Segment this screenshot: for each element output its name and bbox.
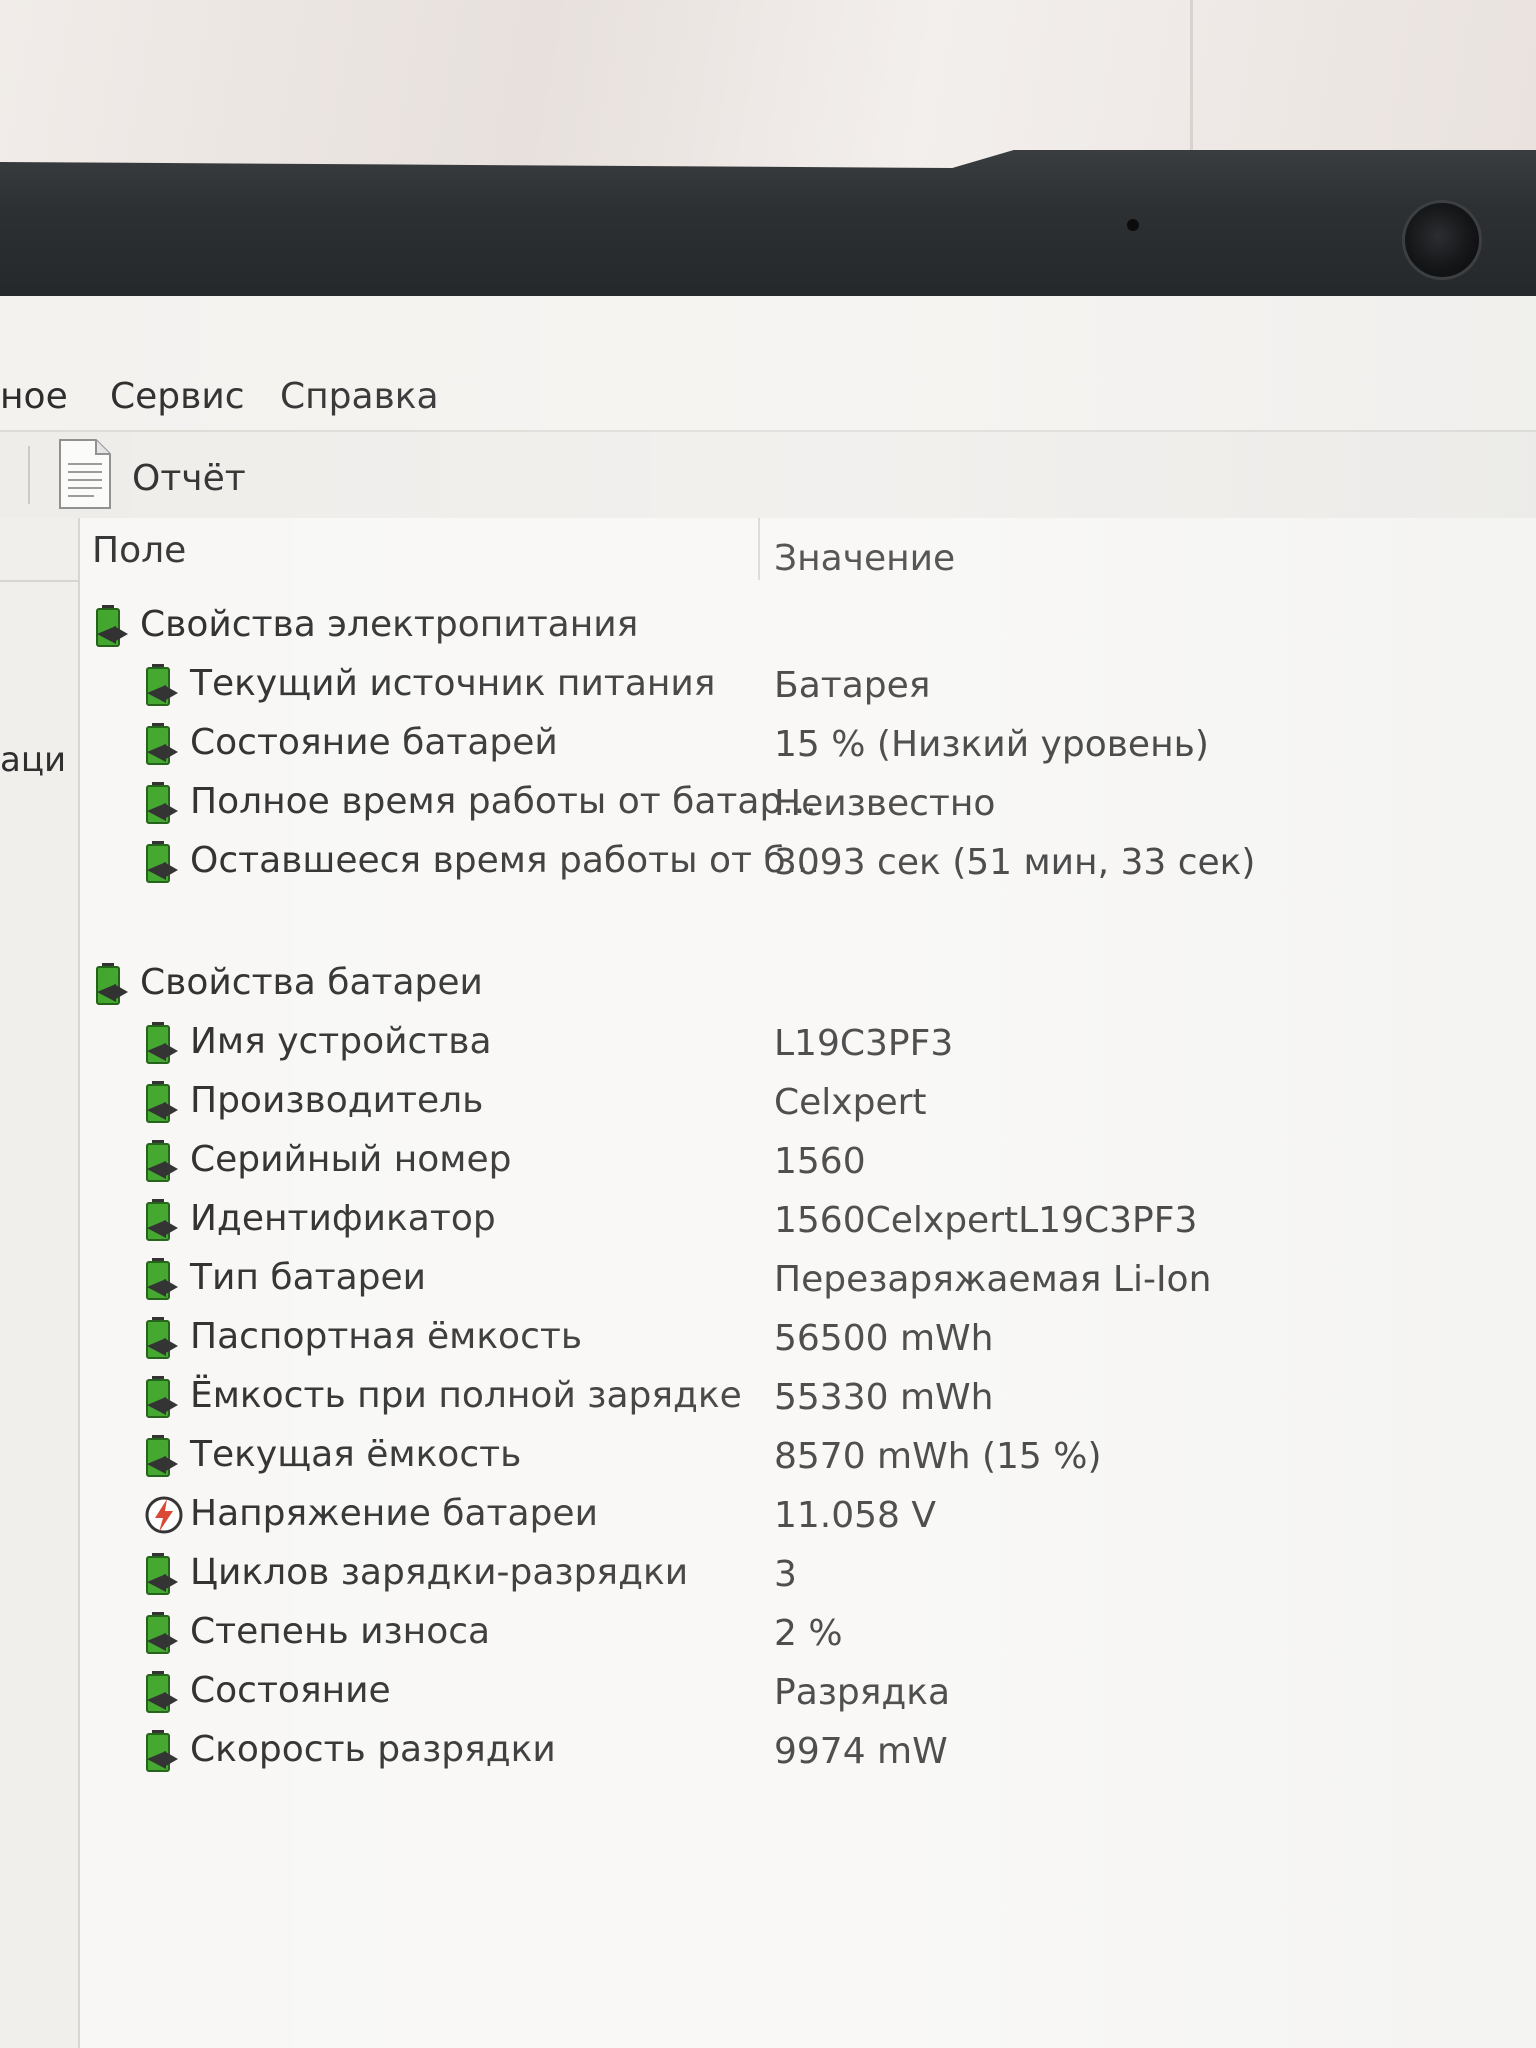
report-icon bbox=[59, 439, 111, 509]
table-row[interactable]: Полное время работы от батар... Неизвестн… bbox=[80, 775, 1480, 831]
app-window: ное Сервис Справка Отчёт аци Поле Значен bbox=[0, 296, 1536, 2048]
field-label: Ёмкость при полной зарядке bbox=[190, 1375, 742, 1416]
table-row[interactable]: Текущая ёмкость 8570 mWh (15 %) bbox=[80, 1428, 1480, 1484]
field-label: Состояние батарей bbox=[190, 722, 558, 763]
battery-icon bbox=[144, 1021, 180, 1065]
column-header-field[interactable]: Поле bbox=[92, 530, 186, 571]
field-label: Имя устройства bbox=[190, 1021, 492, 1062]
field-value: Перезаряжаемая Li-Ion bbox=[774, 1259, 1212, 1300]
field-label: Полное время работы от батар... bbox=[190, 781, 817, 822]
table-row[interactable]: Ёмкость при полной зарядке 55330 mWh bbox=[80, 1369, 1480, 1425]
field-label: Тип батареи bbox=[190, 1257, 427, 1298]
column-divider[interactable] bbox=[758, 518, 760, 580]
field-value: 3 bbox=[774, 1554, 797, 1595]
properties-list: Поле Значение Свойства электропитания Тек… bbox=[80, 518, 1536, 2048]
battery-icon bbox=[144, 1080, 180, 1124]
table-row[interactable]: Серийный номер 1560 bbox=[80, 1133, 1480, 1189]
table-row[interactable]: Идентификатор 1560CelxpertL19C3PF3 bbox=[80, 1192, 1480, 1248]
field-value: 8570 mWh (15 %) bbox=[774, 1436, 1102, 1477]
toolbar-separator bbox=[28, 446, 30, 504]
navigation-pane[interactable]: аци bbox=[0, 518, 80, 2048]
field-label: Серийный номер bbox=[190, 1139, 512, 1180]
field-value: 2 % bbox=[774, 1613, 843, 1654]
battery-icon bbox=[94, 604, 130, 648]
table-row[interactable]: Оставшееся время работы от б... 3093 сек … bbox=[80, 834, 1480, 890]
battery-icon bbox=[144, 1198, 180, 1242]
battery-icon bbox=[144, 1375, 180, 1419]
field-value: 56500 mWh bbox=[774, 1318, 994, 1359]
table-row[interactable]: Имя устройства L19C3PF3 bbox=[80, 1015, 1480, 1071]
table-row[interactable]: Тип батареи Перезаряжаемая Li-Ion bbox=[80, 1251, 1480, 1307]
battery-icon bbox=[144, 1316, 180, 1360]
battery-icon bbox=[144, 1611, 180, 1655]
menu-item-help[interactable]: Справка bbox=[280, 376, 439, 417]
battery-icon bbox=[144, 840, 180, 884]
group-title: Свойства батареи bbox=[140, 962, 483, 1003]
group-row[interactable]: Свойства электропитания bbox=[80, 598, 1480, 654]
group-row[interactable]: Свойства батареи bbox=[80, 956, 1480, 1012]
field-label: Степень износа bbox=[190, 1611, 491, 1652]
column-header-value[interactable]: Значение bbox=[774, 538, 955, 579]
field-value: 15 % (Низкий уровень) bbox=[774, 724, 1209, 765]
field-value: 11.058 V bbox=[774, 1495, 937, 1536]
navigation-pane-header bbox=[0, 518, 78, 582]
laptop-bezel bbox=[0, 150, 1536, 300]
navigation-item-partial[interactable]: аци bbox=[0, 740, 66, 780]
camera-indicator bbox=[1127, 219, 1139, 231]
table-row[interactable]: Состояние Разрядка bbox=[80, 1664, 1480, 1720]
menu-item-service[interactable]: Сервис bbox=[110, 376, 245, 417]
table-row[interactable]: Скорость разрядки 9974 mW bbox=[80, 1723, 1480, 1779]
field-value: L19C3PF3 bbox=[774, 1023, 954, 1064]
menu-item-partial[interactable]: ное bbox=[0, 376, 68, 417]
field-value: Celxpert bbox=[774, 1082, 927, 1123]
voltage-icon bbox=[144, 1493, 183, 1537]
battery-icon bbox=[144, 1434, 180, 1478]
field-label: Состояние bbox=[190, 1670, 391, 1711]
field-value: Батарея bbox=[774, 665, 931, 706]
table-row[interactable]: Производитель Celxpert bbox=[80, 1074, 1480, 1130]
battery-icon bbox=[144, 1139, 180, 1183]
field-label: Текущая ёмкость bbox=[190, 1434, 522, 1475]
report-label: Отчёт bbox=[132, 458, 246, 499]
field-value: Разрядка bbox=[774, 1672, 951, 1713]
field-value: 9974 mW bbox=[774, 1731, 948, 1772]
table-row[interactable]: Состояние батарей 15 % (Низкий уровень) bbox=[80, 716, 1480, 772]
battery-icon bbox=[144, 722, 180, 766]
table-row[interactable]: Напряжение батареи 11.058 V bbox=[80, 1487, 1480, 1543]
battery-icon bbox=[144, 1552, 180, 1596]
battery-icon bbox=[94, 962, 130, 1006]
battery-icon bbox=[144, 1670, 180, 1714]
field-value: 1560CelxpertL19C3PF3 bbox=[774, 1200, 1198, 1241]
field-label: Циклов зарядки-разрядки bbox=[190, 1552, 689, 1593]
field-value: 3093 сек (51 мин, 33 сек) bbox=[774, 842, 1256, 883]
group-title: Свойства электропитания bbox=[140, 604, 639, 645]
field-value: 55330 mWh bbox=[774, 1377, 994, 1418]
field-label: Паспортная ёмкость bbox=[190, 1316, 583, 1357]
field-label: Производитель bbox=[190, 1080, 484, 1121]
field-label: Оставшееся время работы от б... bbox=[190, 840, 820, 881]
toolbar: Отчёт bbox=[0, 430, 1536, 520]
background-wall bbox=[0, 0, 1536, 175]
table-row[interactable]: Циклов зарядки-разрядки 3 bbox=[80, 1546, 1480, 1602]
field-value: Неизвестно bbox=[774, 783, 996, 824]
battery-icon bbox=[144, 781, 180, 825]
list-header: Поле Значение bbox=[80, 518, 1536, 580]
field-label: Скорость разрядки bbox=[190, 1729, 556, 1770]
table-row[interactable]: Паспортная ёмкость 56500 mWh bbox=[80, 1310, 1480, 1366]
battery-icon bbox=[144, 663, 180, 707]
menu-bar: ное Сервис Справка bbox=[0, 368, 1536, 430]
battery-icon bbox=[144, 1729, 180, 1773]
webcam-icon bbox=[1402, 200, 1482, 280]
field-label: Напряжение батареи bbox=[190, 1493, 598, 1534]
battery-icon bbox=[144, 1257, 180, 1301]
field-label: Идентификатор bbox=[190, 1198, 496, 1239]
wall-seam bbox=[1190, 0, 1193, 160]
table-row[interactable]: Текущий источник питания Батарея bbox=[80, 657, 1480, 713]
field-value: 1560 bbox=[774, 1141, 866, 1182]
table-row[interactable]: Степень износа 2 % bbox=[80, 1605, 1480, 1661]
field-label: Текущий источник питания bbox=[190, 663, 716, 704]
